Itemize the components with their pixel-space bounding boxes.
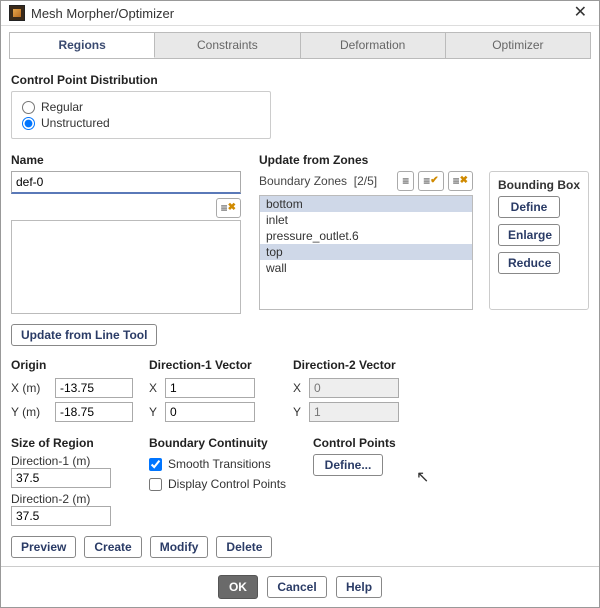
- tab-regions[interactable]: Regions: [10, 33, 155, 58]
- zone-item[interactable]: inlet: [260, 212, 472, 228]
- radio-unstructured-label: Unstructured: [41, 116, 110, 130]
- smooth-transitions-label: Smooth Transitions: [168, 457, 271, 471]
- dir2-x-label: X: [293, 381, 305, 395]
- size-d1-input[interactable]: [11, 468, 111, 488]
- control-points-heading: Control Points: [313, 436, 396, 450]
- titlebar: Mesh Morpher/Optimizer ✕: [1, 1, 599, 26]
- dir1-y-label: Y: [149, 405, 161, 419]
- zone-deselect-all-icon[interactable]: ✖: [448, 171, 473, 191]
- radio-regular-label: Regular: [41, 100, 83, 114]
- dir1-x-input[interactable]: [165, 378, 255, 398]
- origin-x-input[interactable]: [55, 378, 133, 398]
- cancel-button[interactable]: Cancel: [267, 576, 326, 598]
- update-from-line-tool-button[interactable]: Update from Line Tool: [11, 324, 157, 346]
- preview-button[interactable]: Preview: [11, 536, 76, 558]
- origin-y-label: Y (m): [11, 405, 51, 419]
- tab-optimizer[interactable]: Optimizer: [446, 33, 590, 58]
- size-d1-label: Direction-1 (m): [11, 454, 135, 468]
- smooth-transitions-checkbox[interactable]: [149, 458, 162, 471]
- bounding-box-heading: Bounding Box: [498, 178, 580, 192]
- create-button[interactable]: Create: [84, 536, 141, 558]
- size-d2-label: Direction-2 (m): [11, 492, 135, 506]
- zone-item[interactable]: top: [260, 244, 472, 260]
- dir2-x-input: [309, 378, 399, 398]
- display-control-points-label: Display Control Points: [168, 477, 286, 491]
- bb-define-button[interactable]: Define: [498, 196, 560, 218]
- origin-y-input[interactable]: [55, 402, 133, 422]
- name-input[interactable]: [11, 171, 241, 194]
- dir2-heading: Direction-2 Vector: [293, 358, 423, 372]
- tab-bar: Regions Constraints Deformation Optimize…: [9, 32, 591, 59]
- bc-heading: Boundary Continuity: [149, 436, 299, 450]
- radio-unstructured[interactable]: [22, 117, 35, 130]
- size-heading: Size of Region: [11, 436, 135, 450]
- name-heading: Name: [11, 153, 241, 167]
- control-points-define-button[interactable]: Define...: [313, 454, 383, 476]
- delete-button[interactable]: Delete: [216, 536, 272, 558]
- close-icon[interactable]: ✕: [570, 5, 591, 21]
- modify-button[interactable]: Modify: [150, 536, 209, 558]
- zone-item[interactable]: bottom: [260, 196, 472, 212]
- window-title: Mesh Morpher/Optimizer: [31, 6, 174, 21]
- tab-deformation[interactable]: Deformation: [301, 33, 446, 58]
- zone-select-all-icon[interactable]: ✔: [418, 171, 443, 191]
- help-button[interactable]: Help: [336, 576, 382, 598]
- tab-constraints[interactable]: Constraints: [155, 33, 300, 58]
- dir2-y-input: [309, 402, 399, 422]
- zone-item[interactable]: pressure_outlet.6: [260, 228, 472, 244]
- dir2-y-label: Y: [293, 405, 305, 419]
- zones-heading: Update from Zones: [259, 153, 589, 167]
- zone-filter-icon[interactable]: [397, 171, 414, 191]
- boundary-zones-list[interactable]: bottom inlet pressure_outlet.6 top wall: [259, 195, 473, 310]
- size-d2-input[interactable]: [11, 506, 111, 526]
- names-list[interactable]: [11, 220, 241, 314]
- ok-button[interactable]: OK: [218, 575, 258, 599]
- dir1-heading: Direction-1 Vector: [149, 358, 279, 372]
- origin-x-label: X (m): [11, 381, 51, 395]
- zone-item[interactable]: wall: [260, 260, 472, 276]
- dir1-y-input[interactable]: [165, 402, 255, 422]
- radio-regular[interactable]: [22, 101, 35, 114]
- cpd-heading: Control Point Distribution: [11, 73, 589, 87]
- app-icon: [9, 5, 25, 21]
- bb-reduce-button[interactable]: Reduce: [498, 252, 560, 274]
- boundary-zones-label: Boundary Zones [2/5]: [259, 174, 391, 188]
- dir1-x-label: X: [149, 381, 161, 395]
- display-control-points-checkbox[interactable]: [149, 478, 162, 491]
- origin-heading: Origin: [11, 358, 135, 372]
- name-list-clear-icon[interactable]: ✖: [216, 198, 241, 218]
- bb-enlarge-button[interactable]: Enlarge: [498, 224, 560, 246]
